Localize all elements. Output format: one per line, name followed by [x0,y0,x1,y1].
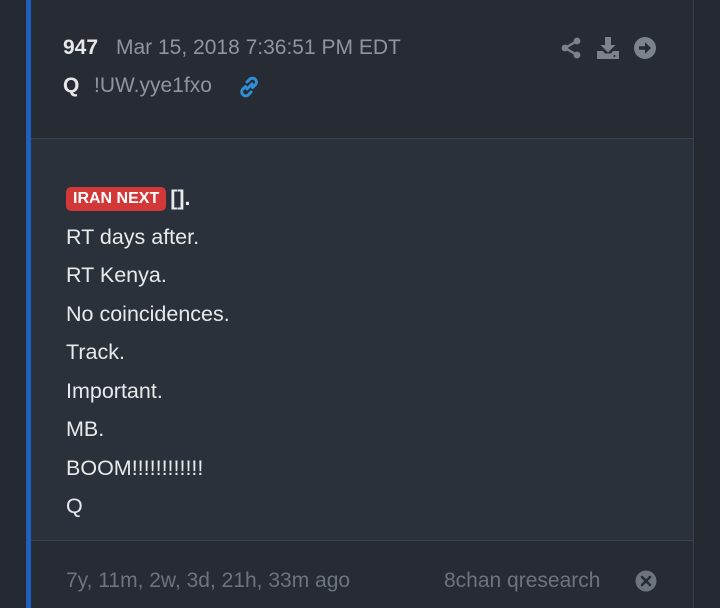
post-footer: 7y, 11m, 2w, 3d, 21h, 33m ago 8chan qres… [31,540,693,608]
share-icon[interactable] [559,36,583,60]
message-line: BOOM!!!!!!!!!!!! [66,455,204,480]
message-line: MB. [66,417,105,441]
link-icon[interactable] [236,74,262,100]
post-number: 947 [63,36,99,59]
post-age: 7y, 11m, 2w, 3d, 21h, 33m ago [66,569,351,592]
message-line: IRAN NEXT []. [66,179,666,218]
close-icon[interactable] [635,570,657,592]
post-header: 947 Mar 15, 2018 7:36:51 PM EDT Q !UW.yy… [31,0,693,139]
message-line: RT Kenya. [66,263,167,287]
post-body: IRAN NEXT []. RT days after. RT Kenya. No… [31,139,693,540]
post-card: 947 Mar 15, 2018 7:36:51 PM EDT Q !UW.yy… [31,0,694,608]
post-actions [559,36,659,62]
page: 947 Mar 15, 2018 7:36:51 PM EDT Q !UW.yy… [0,0,720,608]
message-line-text: []. [170,186,191,210]
arrow-right-circle-icon[interactable] [633,36,657,60]
download-icon[interactable] [596,36,620,60]
post-message: IRAN NEXT []. RT days after. RT Kenya. No… [66,179,666,526]
message-line: Track. [66,340,125,364]
post-source: 8chan qresearch [444,569,601,592]
author-name: Q [63,74,80,97]
message-line: RT days after. [66,224,200,249]
post-date: Mar 15, 2018 7:36:51 PM EDT [116,36,401,59]
message-line: Important. [66,378,163,403]
message-signature: Q [66,494,83,518]
tag-badge[interactable]: IRAN NEXT [66,187,167,211]
message-line: No coincidences. [66,301,230,326]
tripcode: !UW.yye1fxo [94,74,212,97]
